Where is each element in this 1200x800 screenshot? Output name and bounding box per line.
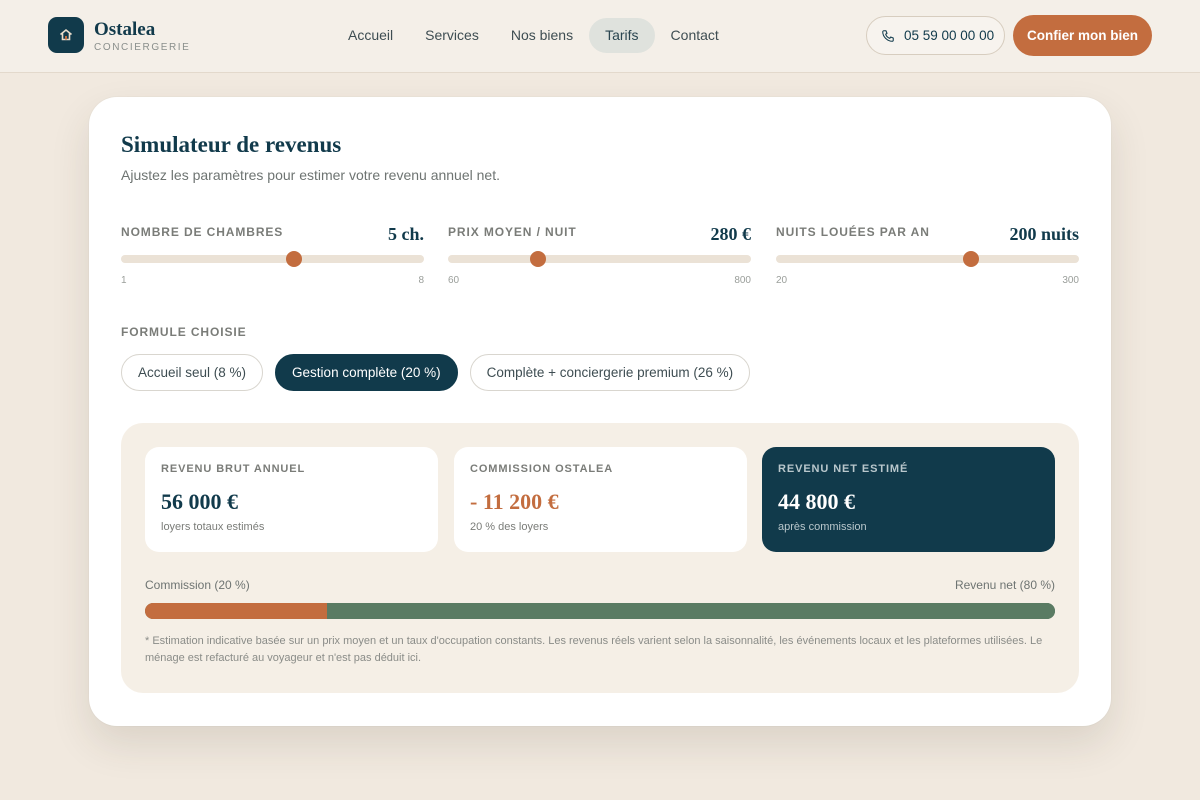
- stat-label: COMMISSION OSTALEA: [470, 463, 614, 475]
- stat-note: après commission: [778, 521, 867, 533]
- brand-tagline: CONCIERGERIE: [94, 42, 191, 53]
- slider-label: PRIX MOYEN / NUIT: [448, 225, 577, 239]
- house-icon: [59, 29, 73, 41]
- formula-label: FORMULE CHOISIE: [121, 325, 247, 339]
- phone-button[interactable]: 05 59 00 00 00: [866, 16, 1005, 55]
- slider-label: NUITS LOUÉES PAR AN: [776, 225, 930, 239]
- split-net-label: Revenu net (80 %): [954, 578, 1055, 592]
- main-nav: Accueil Services Nos biens Tarifs Contac…: [332, 18, 735, 53]
- stat-label: REVENU NET ESTIMÉ: [778, 463, 909, 475]
- formula-option-premium[interactable]: Complète + conciergerie premium (26 %): [469, 354, 751, 391]
- slider-max-label: 300: [1062, 275, 1079, 286]
- stat-value: 56 000 €: [161, 489, 238, 514]
- results-panel: REVENU BRUT ANNUEL 56 000 € loyers totau…: [121, 423, 1079, 693]
- slider-label: NOMBRE DE CHAMBRES: [121, 225, 284, 239]
- slider-handle[interactable]: [962, 251, 979, 267]
- nav-item-nos-biens[interactable]: Nos biens: [495, 18, 589, 53]
- slider-value: 5 ch.: [388, 224, 424, 244]
- slider-track[interactable]: [121, 251, 424, 267]
- phone-number: 05 59 00 00 00: [904, 28, 995, 43]
- stat-commission: COMMISSION OSTALEA - 11 200 € 20 % des l…: [454, 447, 747, 552]
- stat-value: 44 800 €: [778, 489, 855, 514]
- slider-max-label: 8: [418, 275, 424, 286]
- entrust-property-button[interactable]: Confier mon bien: [1013, 15, 1152, 56]
- slider-nights-per-year: NUITS LOUÉES PAR AN 200 nuits 20 300: [776, 224, 1079, 289]
- slider-value: 280 €: [710, 224, 752, 244]
- slider-track[interactable]: [776, 251, 1079, 267]
- stat-note: 20 % des loyers: [470, 521, 549, 533]
- disclaimer: * Estimation indicative basée sur un pri…: [145, 635, 1043, 664]
- slider-min-label: 20: [776, 275, 788, 286]
- slider-track[interactable]: [448, 251, 751, 267]
- stat-label: REVENU BRUT ANNUEL: [161, 463, 306, 475]
- nav-item-services[interactable]: Services: [409, 18, 495, 53]
- simulator-subtitle: Ajustez les paramètres pour estimer votr…: [121, 167, 500, 183]
- nav-item-contact[interactable]: Contact: [655, 18, 735, 53]
- slider-bedrooms: NOMBRE DE CHAMBRES 5 ch. 1 8: [121, 224, 424, 289]
- formula-option-accueil[interactable]: Accueil seul (8 %): [121, 354, 264, 391]
- revenue-split-bar: [145, 603, 1055, 619]
- nav-item-accueil[interactable]: Accueil: [332, 18, 409, 53]
- simulator-title: Simulateur de revenus: [121, 132, 342, 157]
- stat-value: - 11 200 €: [470, 489, 559, 514]
- formula-options: Accueil seul (8 %) Gestion complète (20 …: [121, 354, 751, 391]
- brand-name[interactable]: Ostalea: [94, 19, 155, 41]
- formula-option-gestion-complete[interactable]: Gestion complète (20 %): [275, 354, 458, 391]
- slider-handle[interactable]: [286, 251, 303, 267]
- slider-handle[interactable]: [530, 251, 547, 267]
- logo[interactable]: [48, 17, 84, 53]
- slider-min-label: 1: [121, 275, 127, 286]
- phone-icon: [882, 29, 894, 42]
- slider-max-label: 800: [734, 275, 751, 286]
- stat-net-revenue: REVENU NET ESTIMÉ 44 800 € après commiss…: [762, 447, 1055, 552]
- slider-price-per-night: PRIX MOYEN / NUIT 280 € 60 800: [448, 224, 751, 289]
- revenue-simulator-card: Simulateur de revenus Ajustez les paramè…: [89, 97, 1111, 726]
- site-header: Ostalea CONCIERGERIE Accueil Services No…: [0, 0, 1200, 73]
- split-commission-segment: [145, 603, 327, 619]
- slider-value: 200 nuits: [1009, 224, 1079, 244]
- stat-note: loyers totaux estimés: [161, 521, 265, 533]
- split-net-segment: [327, 603, 1055, 619]
- slider-min-label: 60: [448, 275, 460, 286]
- stat-gross-revenue: REVENU BRUT ANNUEL 56 000 € loyers totau…: [145, 447, 438, 552]
- split-commission-label: Commission (20 %): [145, 578, 250, 592]
- nav-item-tarifs[interactable]: Tarifs: [589, 18, 655, 53]
